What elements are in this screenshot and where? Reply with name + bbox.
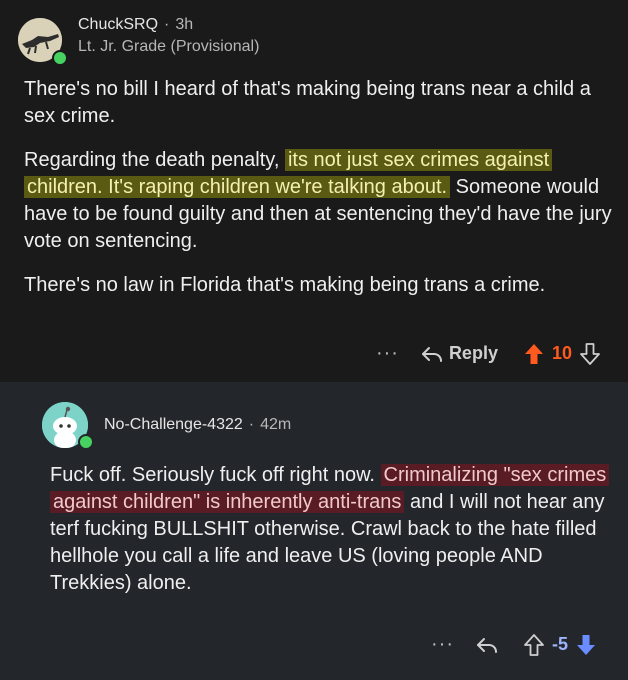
comment-body: Fuck off. Seriously fuck off right now. … [50, 462, 610, 614]
upvote-icon[interactable] [524, 633, 544, 656]
reply-button[interactable] [476, 636, 498, 654]
username[interactable]: ChuckSRQ [78, 16, 158, 33]
reply-icon [421, 346, 442, 362]
paragraph-1: There's no bill I heard of that's making… [24, 78, 591, 127]
upvote-icon[interactable] [524, 343, 544, 365]
comment-body: There's no bill I heard of that's making… [24, 76, 614, 316]
text: Regarding the death penalty, [24, 149, 285, 171]
downvote-icon[interactable] [576, 634, 596, 656]
text: Fuck off. Seriously fuck off right now. [50, 464, 381, 486]
reply-label: Reply [448, 343, 498, 363]
online-status-icon [52, 50, 68, 66]
more-options-button[interactable]: ··· [376, 342, 399, 365]
paragraph-1: Fuck off. Seriously fuck off right now. … [50, 462, 610, 597]
reply-icon [476, 637, 497, 653]
username[interactable]: No-Challenge-4322 [104, 416, 243, 433]
comment-header: ChuckSRQ · 3h [78, 16, 193, 34]
comment-header: No-Challenge-4322 · 42m [104, 416, 291, 434]
separator: · [164, 16, 170, 33]
paragraph-3: There's no law in Florida that's making … [24, 274, 546, 296]
online-status-icon [78, 434, 94, 450]
user-flair: Lt. Jr. Grade (Provisional) [78, 38, 260, 55]
vote-controls: 10 [524, 342, 600, 365]
downvote-icon[interactable] [580, 342, 600, 365]
timestamp: 3h [175, 16, 194, 33]
comment-actions: ··· Reply 10 [376, 342, 600, 365]
more-options-button[interactable]: ··· [431, 633, 454, 656]
vote-score: -5 [551, 634, 568, 654]
comment-actions: ··· -5 [431, 633, 596, 656]
vote-controls: -5 [524, 633, 596, 656]
paragraph-2: Regarding the death penalty, its not jus… [24, 147, 614, 255]
comment-parent: ChuckSRQ · 3h Lt. Jr. Grade (Provisional) … [0, 0, 628, 382]
reply-button[interactable]: Reply [421, 343, 498, 364]
separator: · [248, 416, 255, 433]
timestamp: 42m [260, 416, 292, 433]
vote-score: 10 [551, 343, 572, 363]
